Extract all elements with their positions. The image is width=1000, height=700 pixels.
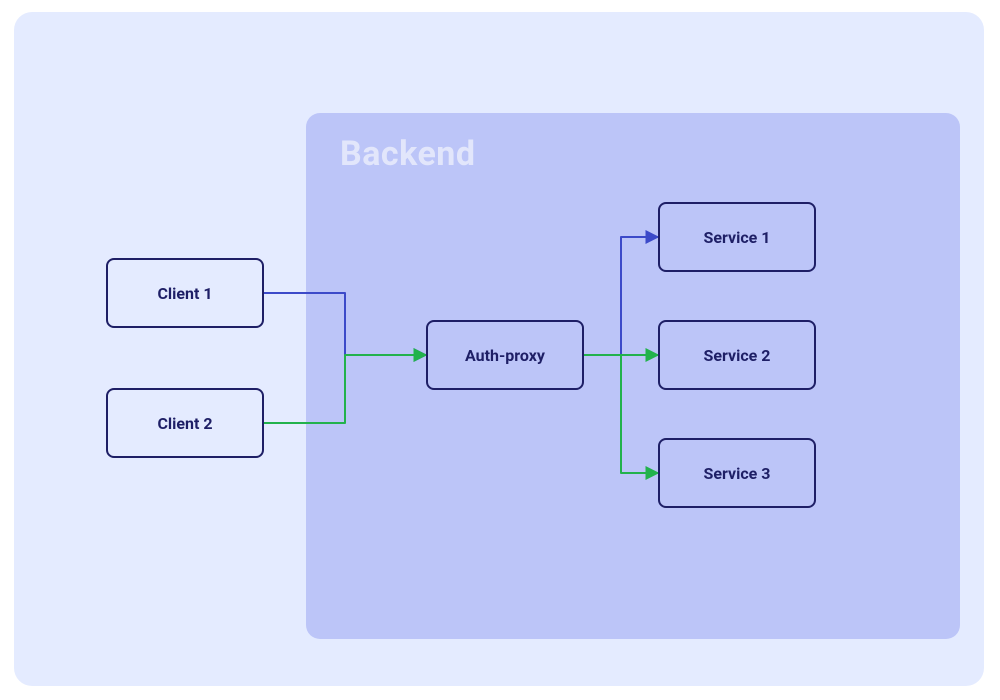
node-label: Client 2 [157,414,212,433]
backend-panel [306,113,960,639]
diagram-canvas: Backend Client 1 Client 2 Auth-proxy Ser… [0,0,1000,700]
node-label: Auth-proxy [465,346,545,365]
node-service-3: Service 3 [658,438,816,508]
node-auth-proxy: Auth-proxy [426,320,584,390]
node-label: Service 1 [704,228,771,247]
node-service-2: Service 2 [658,320,816,390]
node-label: Client 1 [157,284,212,303]
node-client-1: Client 1 [106,258,264,328]
node-label: Service 2 [704,346,771,365]
node-service-1: Service 1 [658,202,816,272]
node-label: Service 3 [704,464,771,483]
node-client-2: Client 2 [106,388,264,458]
backend-title: Backend [340,134,476,174]
